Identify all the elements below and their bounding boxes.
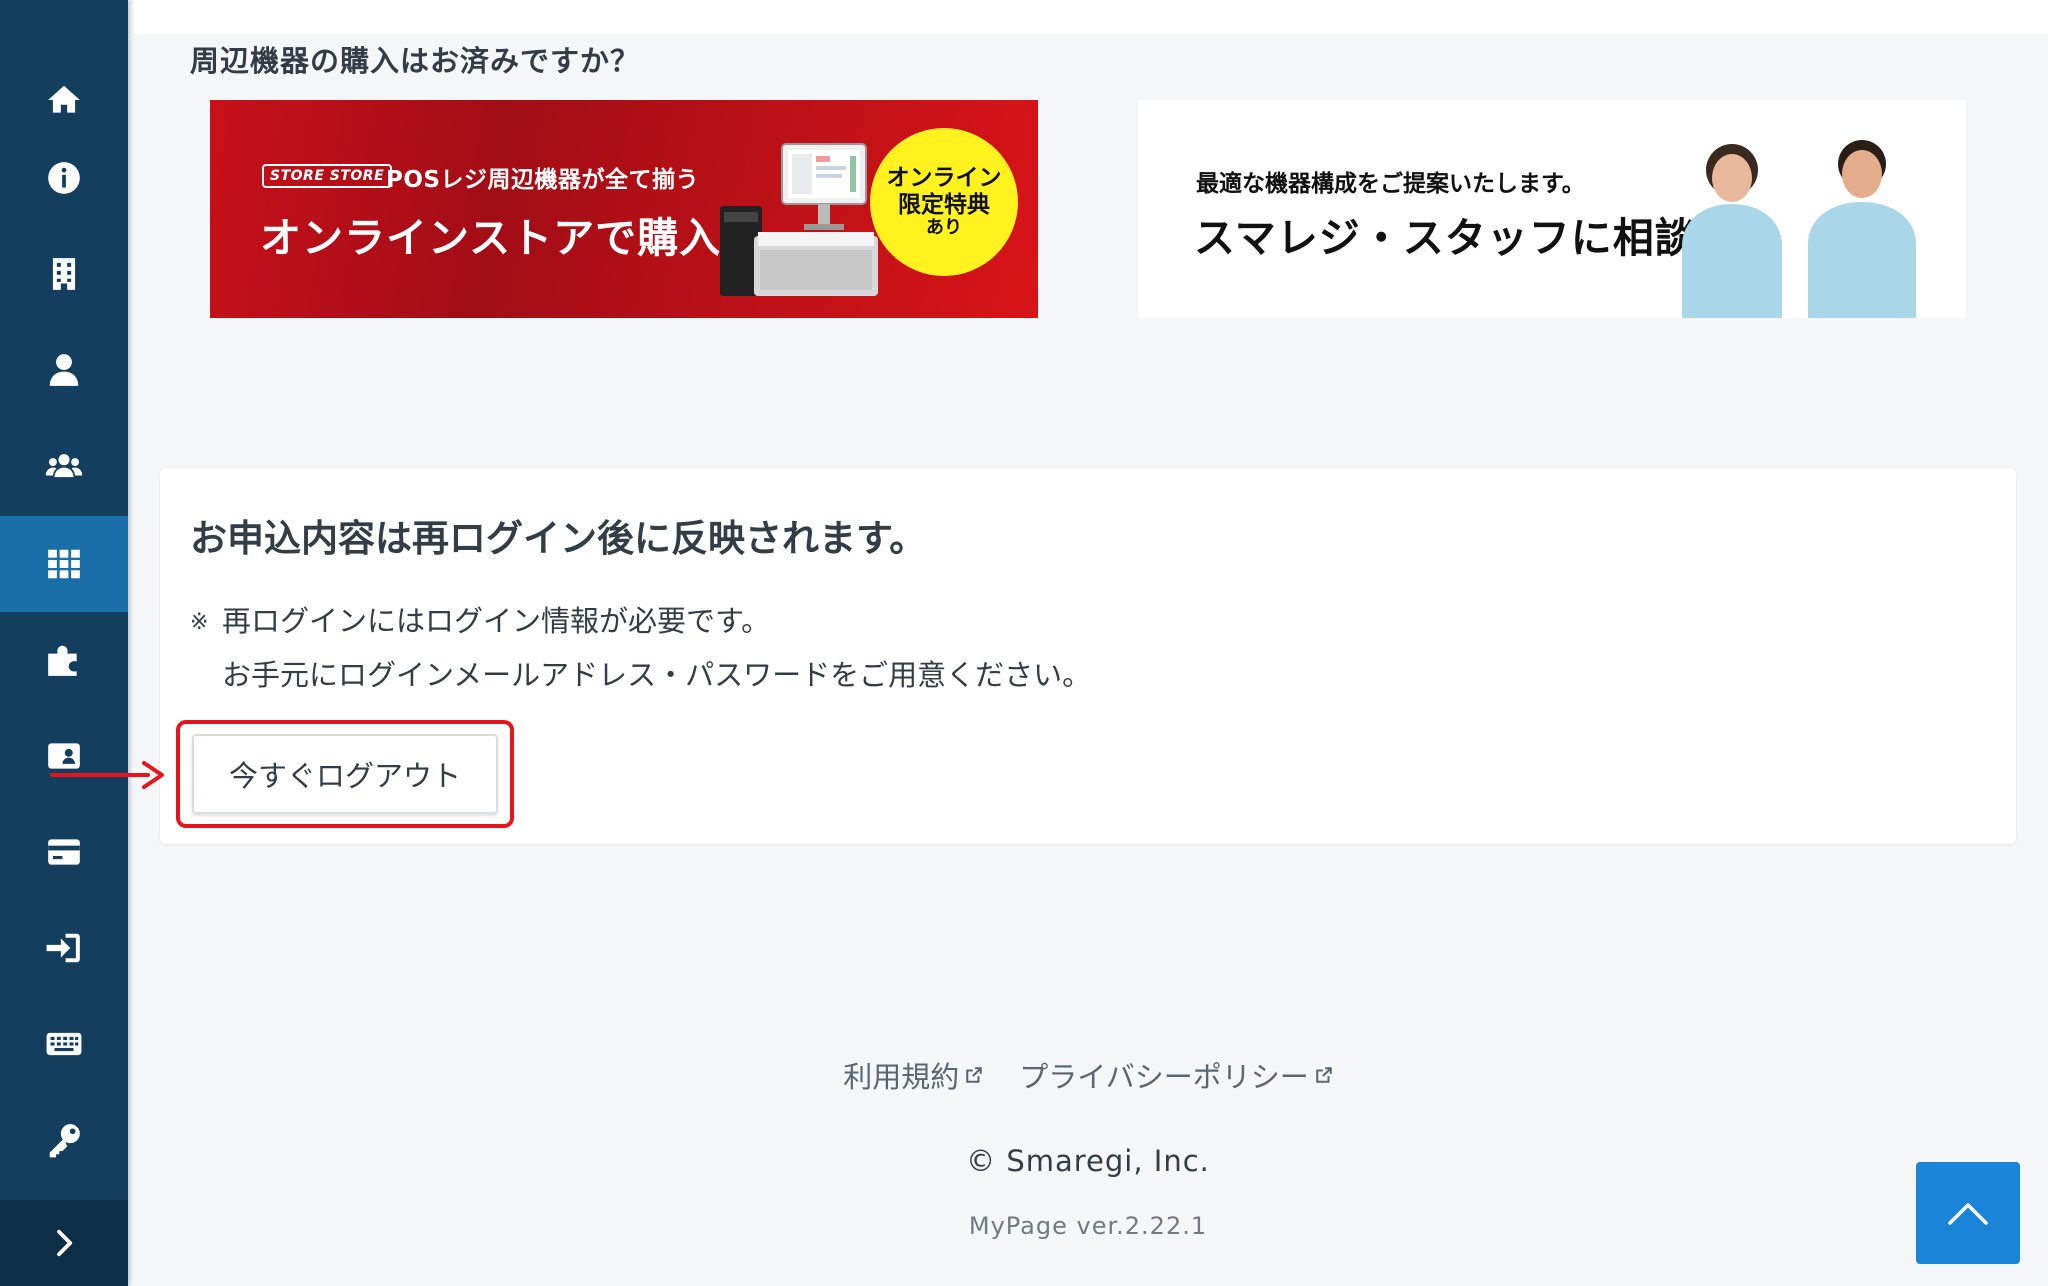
- sidebar-item-key[interactable]: [0, 1092, 128, 1188]
- top-band: [134, 0, 2048, 34]
- sidebar-item-building[interactable]: [0, 226, 128, 322]
- terms-link-label: 利用規約: [843, 1060, 960, 1094]
- sidebar-item-user[interactable]: [0, 322, 128, 418]
- staff-photo: [1682, 140, 1916, 318]
- privacy-policy-link[interactable]: プライバシーポリシー: [1019, 1054, 1332, 1096]
- sidebar-item-login[interactable]: [0, 900, 128, 996]
- note-mark: ※: [190, 610, 209, 635]
- store-store-logo: STORE STORE: [262, 164, 393, 188]
- promo-badge-line2: 限定特典: [898, 191, 990, 218]
- home-icon: [48, 85, 80, 113]
- building-icon: [52, 258, 76, 290]
- pos-register-illustration: [720, 143, 878, 296]
- sidebar-expand-toggle[interactable]: [0, 1200, 128, 1286]
- chevron-up-icon: [1948, 1203, 1988, 1225]
- red-arrow-annotation: [50, 761, 164, 789]
- staff-banner-subtitle: 最適な機器構成をご提案いたします。: [1196, 171, 1585, 197]
- credit-card-icon: [48, 839, 80, 865]
- sign-in-icon: [46, 933, 80, 963]
- apps-grid-icon: [48, 549, 80, 579]
- online-store-banner[interactable]: STORE STORE POSレジ周辺機器が全て揃う オンラインストアで購入 オ…: [210, 100, 1038, 318]
- promo-badge-line1: オンライン: [886, 165, 1002, 192]
- external-link-icon: [1315, 1067, 1332, 1083]
- users-icon: [45, 454, 83, 478]
- chevron-right-icon: [57, 1229, 73, 1257]
- sidebar-item-apps[interactable]: [0, 516, 128, 612]
- footer-links: 利用規約 プライバシーポリシー: [0, 1054, 2048, 1096]
- version-label: MyPage ver.2.22.1: [968, 1212, 1208, 1240]
- puzzle-icon: [48, 645, 77, 676]
- note-line-1: 再ログインにはログイン情報が必要です。: [222, 604, 771, 638]
- sidebar-item-billing[interactable]: [0, 804, 128, 900]
- notice-title: お申込内容は再ログイン後に反映されます。: [190, 517, 927, 560]
- key-icon: [49, 1124, 80, 1158]
- promo-badge-line3: あり: [926, 217, 962, 239]
- privacy-link-label: プライバシーポリシー: [1019, 1060, 1309, 1094]
- sidebar-item-plugins[interactable]: [0, 612, 128, 708]
- online-promo-badge: オンライン 限定特典 あり: [870, 128, 1018, 276]
- staff-banner-title: スマレジ・スタッフに相談: [1194, 214, 1697, 262]
- sidebar-item-info[interactable]: [0, 130, 128, 226]
- peripherals-heading: 周辺機器の購入はお済みですか？: [190, 44, 641, 78]
- copyright: © Smaregi, Inc.: [966, 1144, 1210, 1178]
- external-link-icon: [966, 1067, 983, 1083]
- note-line-2: お手元にログインメールアドレス・パスワードをご用意ください。: [222, 658, 1092, 692]
- store-banner-subtitle: POSレジ周辺機器が全て揃う: [386, 167, 699, 193]
- staff-consult-banner[interactable]: 最適な機器構成をご提案いたします。 スマレジ・スタッフに相談: [1138, 100, 1966, 318]
- store-banner-title: オンラインストアで購入: [260, 214, 722, 262]
- info-icon: [48, 162, 80, 194]
- user-icon: [49, 354, 79, 386]
- scroll-to-top-button[interactable]: [1916, 1162, 2020, 1264]
- sidebar-item-users[interactable]: [0, 418, 128, 514]
- logout-now-button[interactable]: 今すぐログアウト: [192, 734, 498, 814]
- terms-link[interactable]: 利用規約: [843, 1054, 983, 1096]
